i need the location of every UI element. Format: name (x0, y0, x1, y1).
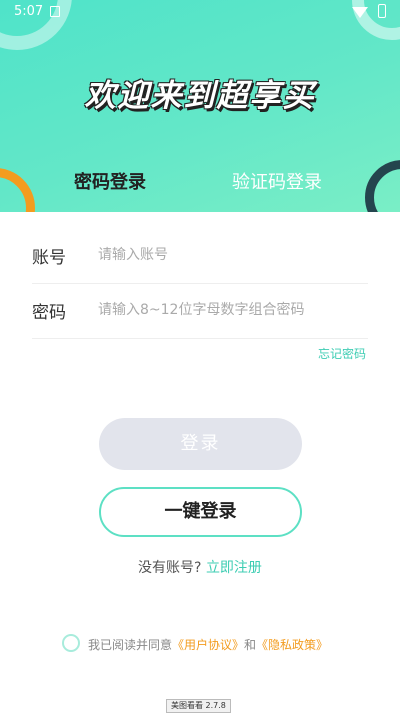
password-input[interactable] (98, 296, 368, 324)
tab-password-login[interactable]: 密码登录 (74, 168, 146, 194)
wifi-icon (352, 7, 368, 18)
account-input[interactable] (98, 241, 368, 269)
decor-ring-dark (365, 160, 400, 212)
tab-code-login[interactable]: 验证码登录 (232, 168, 322, 194)
privacy-policy-link[interactable]: 《隐私政策》 (256, 638, 328, 652)
register-prompt: 没有账号? 立即注册 (0, 557, 400, 577)
status-time: 5:07 (14, 4, 44, 19)
register-link[interactable]: 立即注册 (206, 560, 262, 576)
account-label: 账号 (32, 248, 66, 268)
agreement-checkbox[interactable] (62, 634, 80, 652)
notification-icon (50, 6, 60, 17)
forgot-password-link[interactable]: 忘记密码 (318, 345, 366, 362)
login-button[interactable]: 登录 (99, 418, 302, 470)
register-prompt-text: 没有账号? (138, 560, 202, 576)
agreement-prefix: 我已阅读并同意 (88, 638, 173, 652)
account-row: 账号 (32, 229, 368, 284)
agreement-and: 和 (244, 638, 257, 652)
password-label: 密码 (32, 303, 66, 323)
decor-ring-orange (0, 168, 35, 212)
user-agreement-link[interactable]: 《用户协议》 (172, 638, 244, 652)
version-badge: 美图看看 2.7.8 (166, 699, 231, 713)
status-bar: 5:07 (0, 0, 400, 24)
agreement-text: 我已阅读并同意《用户协议》和《隐私政策》 (88, 636, 328, 653)
password-row: 密码 (32, 284, 368, 339)
page-title: 欢迎来到超享买 (84, 78, 316, 114)
battery-icon (378, 4, 386, 18)
header-banner: 5:07 欢迎来到超享买 密码登录 验证码登录 (0, 0, 400, 212)
one-key-login-button[interactable]: 一键登录 (99, 487, 302, 537)
